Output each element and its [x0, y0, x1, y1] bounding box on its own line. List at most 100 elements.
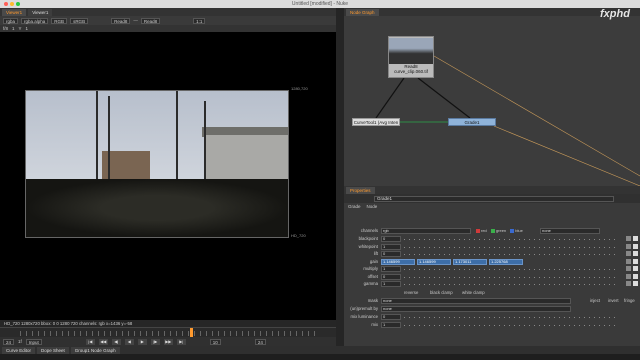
mix-row: mix 1 [344, 322, 640, 329]
prev-frame-button[interactable]: ◀| [111, 338, 121, 345]
whitepoint-swatch-button[interactable] [633, 243, 638, 249]
colorspace-select[interactable]: RGB [51, 17, 68, 24]
gain-swatch-button[interactable] [633, 258, 638, 264]
channels-extra-select[interactable]: none [540, 228, 600, 234]
white-clamp-checkbox[interactable]: white clamp [462, 290, 485, 295]
tab-properties[interactable]: Properties [346, 186, 375, 194]
end-frame-field[interactable]: 24 [254, 338, 266, 345]
red-channel-checkbox[interactable] [476, 228, 480, 233]
offset-slider[interactable] [404, 276, 619, 278]
zoom-select[interactable]: 1:1 [193, 17, 206, 24]
tab-viewer1[interactable]: Viewer1 [28, 8, 53, 16]
gamma-slider[interactable] [404, 284, 619, 285]
fstop-field[interactable]: f/8 [3, 26, 8, 31]
blackpoint-field[interactable]: 0 [381, 236, 401, 242]
tab-grade[interactable]: Grade [348, 204, 361, 211]
offset-field[interactable]: 0 [381, 273, 401, 280]
multiply-label: multiply [363, 266, 378, 271]
pane-divider[interactable] [336, 8, 344, 346]
tab-node[interactable]: Node [367, 204, 378, 211]
mix-slider[interactable] [404, 325, 619, 326]
wipe-icon[interactable]: — [133, 18, 138, 23]
gain-color-picker-button[interactable] [626, 258, 631, 264]
gamma-color-picker-button[interactable] [626, 281, 631, 286]
offset-swatch-button[interactable] [633, 273, 638, 279]
channels-select[interactable]: rgb [381, 228, 471, 234]
gain-field-0[interactable]: 1.146599 [381, 258, 415, 265]
step-field[interactable]: 10 [209, 338, 221, 345]
lift-swatch-button[interactable] [633, 251, 638, 256]
channel-toggles[interactable]: red green blue [476, 228, 523, 233]
grade-node[interactable]: Grade1 [448, 118, 496, 126]
mix-field[interactable]: 1 [381, 322, 401, 328]
gain-field[interactable]: 1 [12, 26, 15, 31]
input-a-select[interactable]: Read8 [111, 17, 131, 24]
mix-luminance-field[interactable]: 0 [381, 314, 401, 320]
gain-field-2[interactable]: 1.173011 [453, 258, 487, 265]
prev-keyframe-button[interactable]: ◀◀ [98, 338, 108, 345]
gamma-field[interactable]: 1 [26, 26, 29, 31]
fringe-checkbox[interactable]: fringe [624, 298, 635, 303]
node-name-field[interactable]: Grade1 [374, 196, 614, 202]
tab-node-graph[interactable]: Node Graph [346, 8, 379, 16]
timeline[interactable] [0, 327, 336, 338]
green-channel-checkbox[interactable] [490, 228, 495, 233]
premult-select[interactable]: none [381, 306, 571, 312]
black-clamp-checkbox[interactable]: black clamp [430, 290, 453, 295]
input-mode-select[interactable]: Input [25, 338, 42, 345]
frame-field[interactable]: 24 [3, 338, 15, 345]
lift-color-picker-button[interactable] [626, 251, 631, 256]
window-controls[interactable] [4, 2, 20, 6]
maximize-window-button[interactable] [16, 2, 20, 6]
mix-luminance-slider[interactable] [404, 317, 619, 318]
node-graph-canvas[interactable]: Read8 curve_clip.060.tif CurveTool1 (Avg… [344, 16, 640, 186]
tab-group-node-graph[interactable]: Group1 Node Graph [70, 346, 120, 354]
gain-field-3[interactable]: 1.225768 [489, 258, 523, 265]
red-label: red [481, 228, 487, 233]
multiply-color-picker-button[interactable] [626, 266, 631, 271]
invert-checkbox[interactable]: invert [608, 298, 619, 303]
properties-tabbar: Properties [344, 186, 640, 194]
blackpoint-swatch-button[interactable] [633, 236, 638, 241]
image-tree [108, 96, 110, 181]
layer-select[interactable]: rgba [3, 17, 19, 24]
blackpoint-color-picker-button[interactable] [626, 236, 631, 241]
channel-select[interactable]: rgba.alpha [21, 17, 49, 24]
multiply-slider[interactable] [404, 269, 619, 270]
input-b-select[interactable]: Read8 [140, 17, 161, 24]
last-frame-button[interactable]: ▶| [176, 338, 186, 345]
read-node[interactable]: Read8 curve_clip.060.tif [388, 36, 434, 78]
tab-curve-editor[interactable]: Curve Editor [2, 346, 36, 354]
whitepoint-slider[interactable] [404, 246, 619, 248]
inject-checkbox[interactable]: inject [590, 298, 600, 303]
lut-select[interactable]: sRGB [70, 17, 89, 24]
curvetool-node[interactable]: CurveTool1 (Avg Inten [352, 118, 400, 126]
minimize-window-button[interactable] [10, 2, 14, 6]
whitepoint-color-picker-button[interactable] [626, 243, 631, 249]
first-frame-button[interactable]: |◀ [85, 338, 95, 345]
next-keyframe-button[interactable]: ▶▶ [163, 338, 173, 345]
blackpoint-slider[interactable] [404, 239, 619, 240]
close-window-button[interactable] [4, 2, 8, 6]
multiply-field[interactable]: 1 [381, 266, 401, 272]
gamma-swatch-button[interactable] [633, 281, 638, 286]
properties-subtabs: Grade Node [344, 204, 377, 211]
gain-field-1[interactable]: 1.146599 [417, 258, 451, 265]
lift-slider[interactable] [404, 254, 619, 255]
tab-viewer1-active[interactable]: Viewer1 [2, 8, 27, 16]
multiply-swatch-button[interactable] [633, 266, 638, 271]
lift-field[interactable]: 0 [381, 251, 401, 257]
blue-channel-checkbox[interactable] [510, 228, 515, 233]
premult-label: (un)premult by [350, 306, 378, 311]
gamma-field[interactable]: 1 [381, 281, 401, 287]
bottom-strip [0, 354, 640, 360]
next-frame-button[interactable]: |▶ [150, 338, 160, 345]
window-title: Untitled [modified] - Nuke [291, 1, 349, 7]
play-forward-button[interactable]: ▶ [137, 338, 147, 345]
play-backward-button[interactable]: ◀ [124, 338, 134, 345]
mask-select[interactable]: none [381, 298, 571, 304]
reverse-checkbox[interactable]: reverse [404, 290, 418, 295]
offset-color-picker-button[interactable] [626, 273, 631, 279]
tab-dope-sheet[interactable]: Dope Sheet [37, 346, 69, 354]
whitepoint-field[interactable]: 1 [381, 243, 401, 250]
